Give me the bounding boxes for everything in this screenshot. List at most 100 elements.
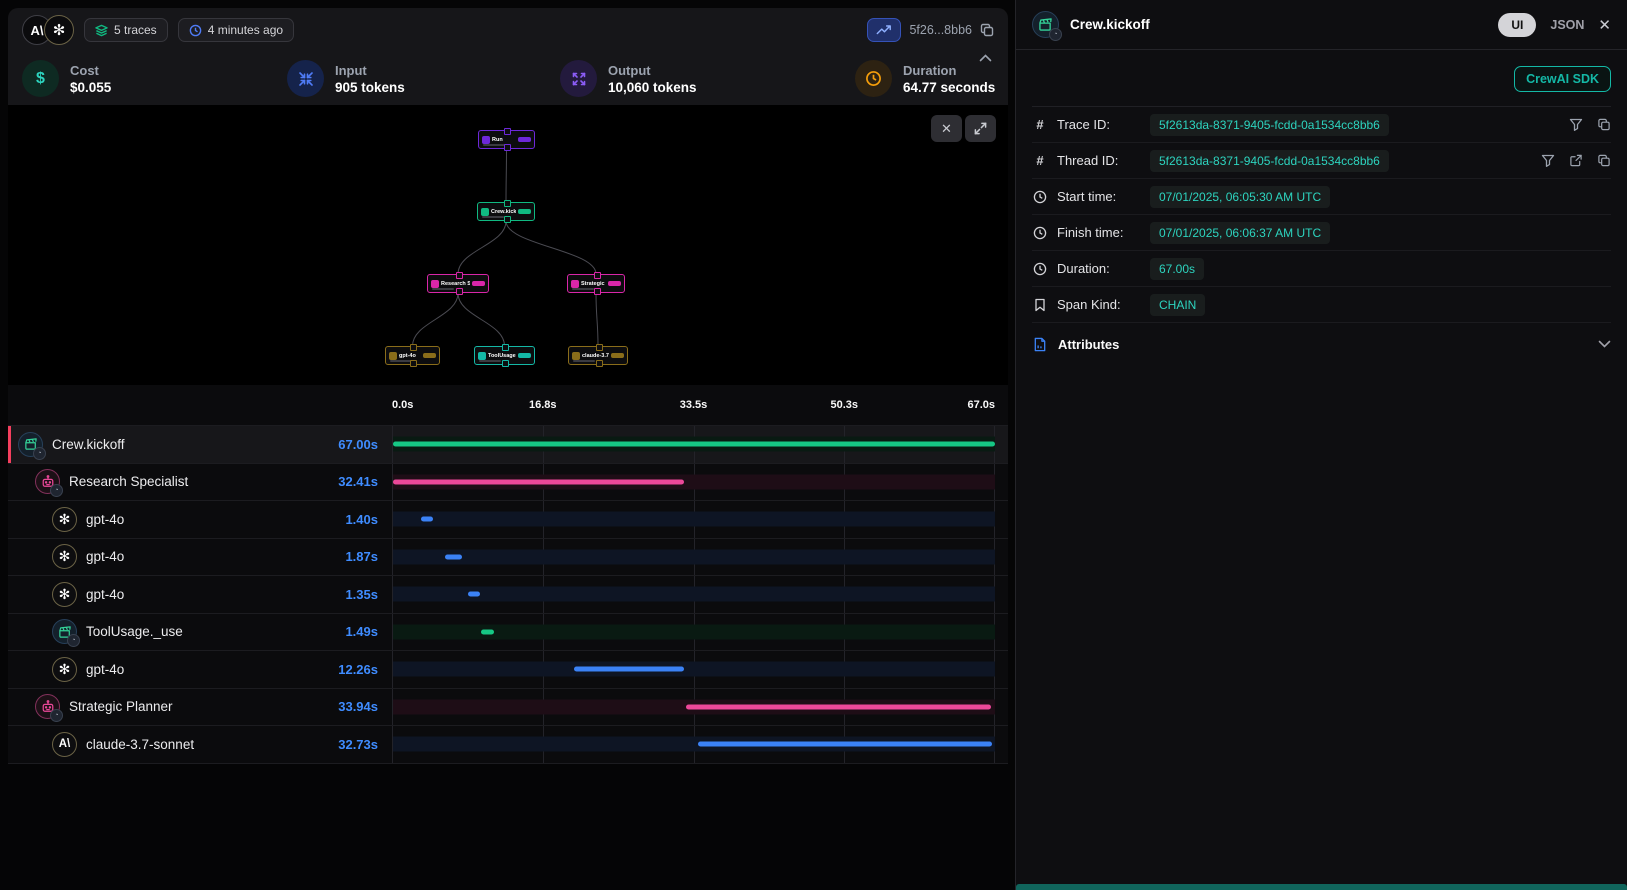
tab-json[interactable]: JSON bbox=[1550, 18, 1584, 32]
panel-bottom-bar bbox=[1016, 884, 1627, 890]
graph-node-strategic[interactable]: Strategic Planner bbox=[567, 274, 625, 293]
graph-node-research[interactable]: Research Specialist bbox=[427, 274, 489, 293]
graph-node-crew[interactable]: Crew.kickoff bbox=[477, 202, 535, 221]
span-duration: 1.35s bbox=[345, 587, 392, 602]
agentops-sub-badge-icon: ◔ bbox=[67, 634, 80, 647]
span-timeline-cell[interactable] bbox=[392, 614, 995, 651]
span-row[interactable]: ✻ A\ ◔ gpt-4o 1.35s bbox=[8, 576, 1008, 614]
node-subtitle-line bbox=[479, 360, 501, 362]
trace-age-badge[interactable]: 4 minutes ago bbox=[178, 18, 294, 42]
span-timeline-cell[interactable] bbox=[392, 539, 995, 576]
panel-title: Crew.kickoff bbox=[1070, 17, 1150, 32]
span-duration: 1.40s bbox=[345, 512, 392, 527]
span-name: gpt-4o bbox=[86, 512, 124, 527]
field-icon: # bbox=[1032, 262, 1048, 276]
span-icon: ✻ A\ ◔ bbox=[52, 544, 77, 569]
span-row[interactable]: ✻ A\ ◔ claude-3.7-sonnet 32.73s bbox=[8, 726, 1008, 764]
crew-kickoff-icon: ◔ bbox=[1032, 11, 1059, 38]
field-label: Trace ID: bbox=[1057, 117, 1141, 132]
field-label: Start time: bbox=[1057, 189, 1141, 204]
graph-expand-button[interactable] bbox=[965, 115, 996, 142]
span-track bbox=[393, 662, 995, 677]
tab-ui[interactable]: UI bbox=[1498, 13, 1536, 37]
span-name: gpt-4o bbox=[86, 587, 124, 602]
node-status-badge bbox=[608, 281, 621, 286]
agentops-sub-badge-icon: ◔ bbox=[50, 484, 63, 497]
span-name: Research Specialist bbox=[69, 474, 188, 489]
field-value: 5f2613da-8371-9405-fcdd-0a1534cc8bb6 bbox=[1150, 114, 1389, 136]
span-duration: 32.41s bbox=[338, 474, 392, 489]
field-value: 07/01/2025, 06:06:37 AM UTC bbox=[1150, 222, 1330, 244]
filter-icon[interactable] bbox=[1541, 154, 1555, 167]
field-value: 67.00s bbox=[1150, 258, 1204, 280]
graph-close-button[interactable]: ✕ bbox=[931, 115, 962, 142]
span-timeline-cell[interactable] bbox=[392, 501, 995, 538]
span-timeline-cell[interactable] bbox=[392, 464, 995, 501]
span-waterfall: 0.0s16.8s33.5s50.3s67.0s ✻ A\ bbox=[8, 385, 1008, 764]
axis-tick: 16.8s bbox=[529, 399, 557, 411]
panel-close-icon[interactable]: ✕ bbox=[1598, 16, 1611, 34]
copy-icon[interactable] bbox=[1597, 118, 1611, 131]
span-track bbox=[393, 549, 995, 564]
external-link-icon[interactable] bbox=[1569, 154, 1583, 167]
span-bar bbox=[393, 442, 995, 447]
node-title: Run bbox=[492, 137, 503, 143]
field-label: Finish time: bbox=[1057, 225, 1141, 240]
metrics-row: $ Cost $0.055 Input 905 tokens Output 10… bbox=[8, 52, 1008, 105]
span-timeline-cell[interactable] bbox=[392, 689, 995, 726]
span-timeline-cell[interactable] bbox=[392, 576, 995, 613]
span-name: Crew.kickoff bbox=[52, 437, 125, 452]
openai-logo-icon: ✻ bbox=[44, 15, 74, 45]
duration-icon bbox=[855, 60, 892, 97]
copy-icon[interactable] bbox=[1597, 154, 1611, 167]
field-value: CHAIN bbox=[1150, 294, 1205, 316]
traces-count-label: 5 traces bbox=[114, 23, 157, 37]
copy-trace-id-button[interactable] bbox=[980, 23, 994, 37]
collapse-metrics-chevron-icon[interactable] bbox=[979, 54, 992, 62]
graph-node-tool[interactable]: ToolUsage._use bbox=[474, 346, 535, 365]
graph-node-run[interactable]: Run bbox=[478, 130, 535, 149]
span-row[interactable]: ✻ A\ ◔ Crew.kickoff 67.00s bbox=[8, 426, 1008, 464]
node-title: gpt-4o bbox=[399, 353, 416, 359]
span-row[interactable]: ✻ A\ ◔ gpt-4o 12.26s bbox=[8, 651, 1008, 689]
node-status-badge bbox=[423, 353, 436, 358]
filter-icon[interactable] bbox=[1569, 118, 1583, 131]
metric-value: 905 tokens bbox=[335, 80, 405, 95]
span-timeline-cell[interactable] bbox=[392, 726, 995, 763]
attributes-label: Attributes bbox=[1058, 337, 1119, 352]
span-icon: ✻ A\ ◔ bbox=[52, 507, 77, 532]
axis-tick: 50.3s bbox=[830, 399, 858, 411]
traces-count-badge[interactable]: 5 traces bbox=[84, 18, 168, 42]
span-name: claude-3.7-sonnet bbox=[86, 737, 194, 752]
span-timeline-cell[interactable] bbox=[392, 651, 995, 688]
span-duration: 12.26s bbox=[338, 662, 392, 677]
attributes-section-toggle[interactable]: Attributes bbox=[1032, 323, 1611, 365]
span-duration: 1.49s bbox=[345, 624, 392, 639]
trace-short-id: 5f26...8bb6 bbox=[909, 23, 972, 37]
span-timeline-cell[interactable] bbox=[392, 426, 995, 463]
clock-icon bbox=[1033, 226, 1047, 240]
span-bar bbox=[698, 742, 992, 747]
detail-field-row: # Trace ID: 5f2613da-8371-9405-fcdd-0a15… bbox=[1032, 107, 1611, 143]
detail-field-row: # Start time: 07/01/2025, 06:05:30 AM UT… bbox=[1032, 179, 1611, 215]
metric-value: 64.77 seconds bbox=[903, 80, 995, 95]
span-row[interactable]: ✻ A\ ◔ Research Specialist 32.41s bbox=[8, 464, 1008, 502]
span-row[interactable]: ✻ A\ ◔ gpt-4o 1.40s bbox=[8, 501, 1008, 539]
span-track bbox=[393, 512, 995, 527]
sdk-badge: CrewAI SDK bbox=[1514, 66, 1611, 92]
span-row[interactable]: ✻ A\ ◔ Strategic Planner 33.94s bbox=[8, 689, 1008, 727]
trace-graph-canvas[interactable]: Run Crew.kickoff Research Specialist Str… bbox=[8, 105, 1008, 385]
span-row[interactable]: ✻ A\ ◔ gpt-4o 1.87s bbox=[8, 539, 1008, 577]
clock-icon bbox=[1033, 190, 1047, 204]
graph-node-gpt[interactable]: gpt-4o bbox=[385, 346, 440, 365]
metric: $ Cost $0.055 bbox=[22, 60, 287, 97]
span-bar bbox=[574, 667, 684, 672]
span-icon: ✻ A\ ◔ bbox=[18, 432, 43, 457]
metric: Input 905 tokens bbox=[287, 60, 560, 97]
span-detail-panel: ◔ Crew.kickoff UI JSON ✕ CrewAI SDK # Tr… bbox=[1015, 0, 1627, 890]
span-row[interactable]: ✻ A\ ◔ ToolUsage._use 1.49s bbox=[8, 614, 1008, 652]
span-duration: 33.94s bbox=[338, 699, 392, 714]
graph-node-claude[interactable]: claude-3.7-sonnet bbox=[568, 346, 628, 365]
trace-chart-button[interactable] bbox=[867, 18, 901, 42]
field-value: 5f2613da-8371-9405-fcdd-0a1534cc8bb6 bbox=[1150, 150, 1389, 172]
